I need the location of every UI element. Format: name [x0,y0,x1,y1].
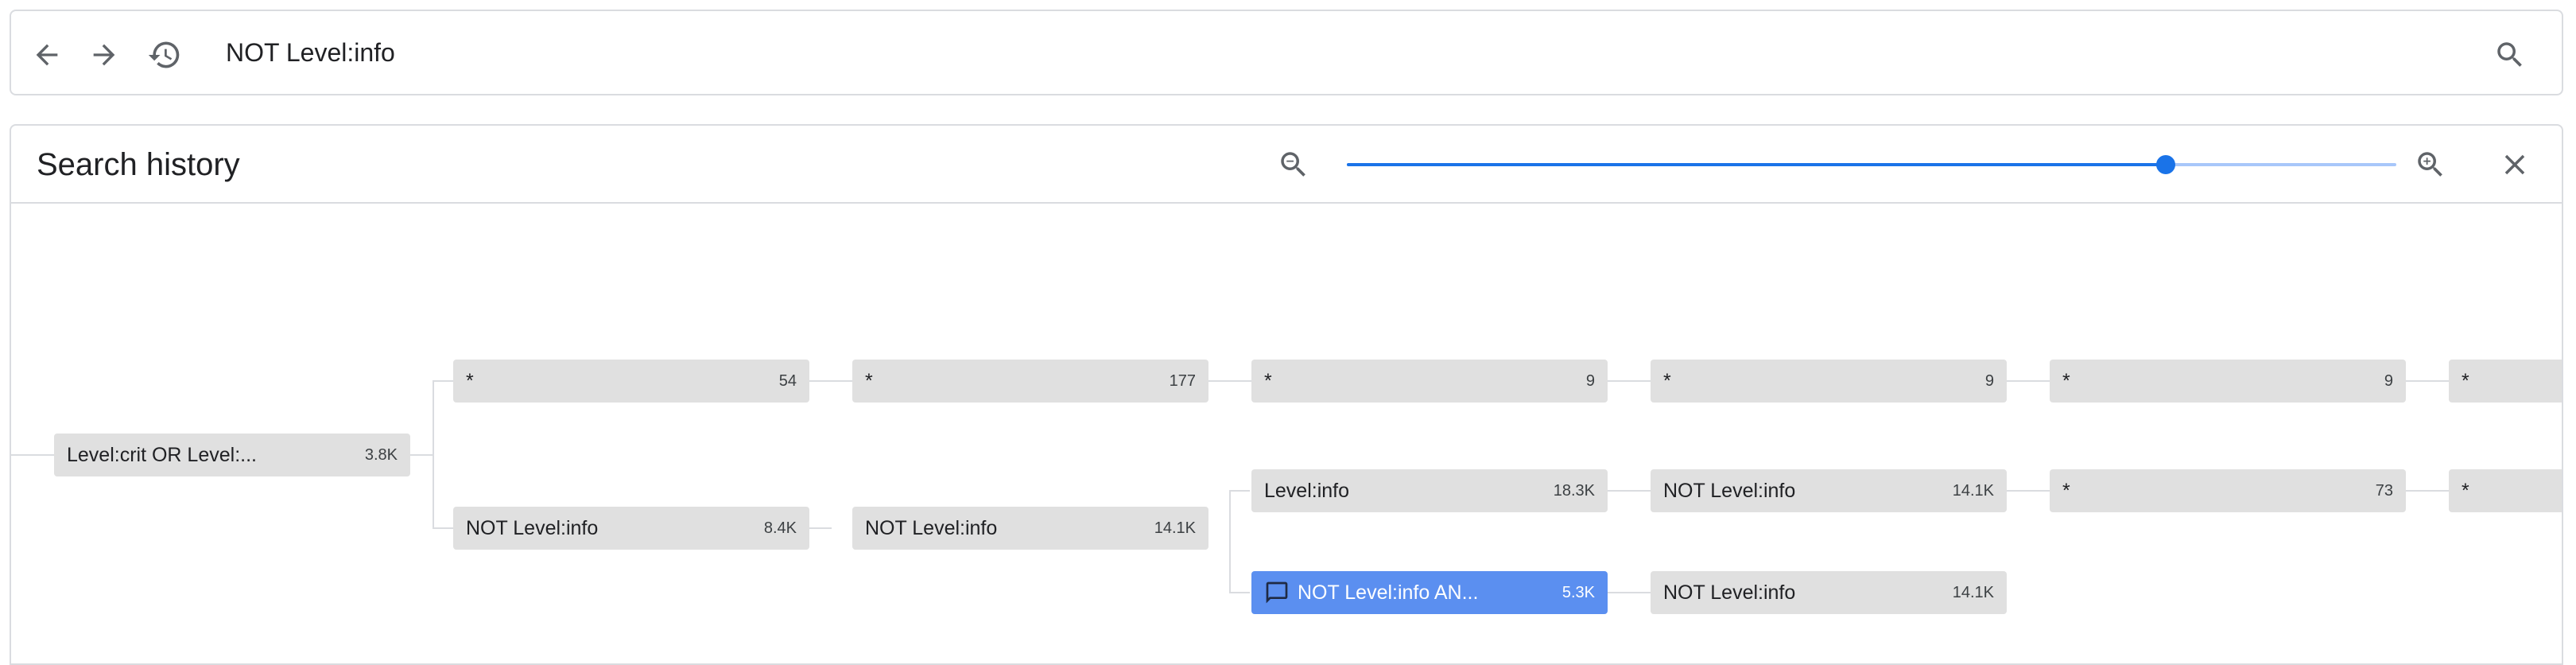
connector [1608,380,1651,382]
node-count: 54 [778,371,797,390]
node-label: NOT Level:info [865,516,998,539]
node-label: * [2462,369,2469,392]
zoom-slider-thumb[interactable] [2155,155,2175,174]
connector [809,527,832,529]
search-icon [2497,42,2522,67]
history-node[interactable]: * 73 [2050,469,2406,512]
history-node[interactable]: * 9 [2050,360,2406,402]
node-count: 14.1K [1952,481,1994,500]
search-history-tree: Level:crit OR Level:... 3.8K * 54 * 177 … [11,204,2562,663]
node-count: 9 [2384,371,2393,390]
history-node[interactable]: NOT Level:info 8.4K [453,507,809,550]
history-node[interactable]: * 9 [1651,360,2007,402]
node-label: NOT Level:info AN... [1298,581,1479,604]
connector [433,380,434,529]
panel-title: Search history [37,147,240,182]
connector [1608,592,1651,593]
search-button[interactable] [2490,35,2530,75]
zoom-in-icon [2418,152,2442,177]
node-count: 177 [1169,371,1196,390]
zoom-out-button[interactable] [1274,145,1313,185]
search-history-panel: Search history Level:crit OR Level:... 3… [10,124,2563,665]
connector [433,380,453,382]
node-label: Level:info [1264,479,1350,502]
connector [1229,592,1250,593]
connector [1208,380,1251,382]
node-label: * [2062,369,2070,392]
search-query[interactable]: NOT Level:info [226,35,395,70]
node-count: 18.3K [1553,481,1595,500]
zoom-slider-fill [1347,163,2166,166]
node-count: 9 [1585,371,1595,390]
node-count: 14.1K [1952,583,1994,601]
back-button[interactable] [27,35,67,75]
history-node[interactable]: * [2449,360,2562,402]
node-label: NOT Level:info [466,516,599,539]
close-icon [2504,154,2525,175]
node-count: 73 [2375,481,2393,500]
node-label: * [2062,479,2070,502]
connector [433,527,453,529]
connector [2007,380,2050,382]
node-label: * [865,369,873,392]
zoom-in-button[interactable] [2411,145,2450,185]
connector [1229,490,1250,492]
history-node[interactable]: NOT Level:info 14.1K [1651,469,2007,512]
panel-header: Search history [11,126,2562,204]
node-label: * [1264,369,1272,392]
connector [11,454,54,456]
arrow-back-icon [36,44,58,66]
connector [2007,490,2050,492]
history-node-root[interactable]: Level:crit OR Level:... 3.8K [54,434,410,476]
node-count: 8.4K [763,519,797,537]
history-icon [148,41,180,68]
connector [809,380,852,382]
connector [2406,490,2449,492]
node-label: NOT Level:info [1663,479,1796,502]
forward-button[interactable] [84,35,124,75]
connector [1608,490,1651,492]
history-node[interactable]: * [2449,469,2562,512]
search-bar: NOT Level:info [10,10,2563,95]
zoom-out-icon [1281,152,1305,177]
node-count: 5.3K [1562,583,1595,601]
history-node[interactable]: * 9 [1251,360,1608,402]
node-count: 9 [1984,371,1994,390]
node-label: Level:crit OR Level:... [67,443,257,466]
arrow-forward-icon [93,44,115,66]
history-node-selected[interactable]: NOT Level:info AN... 5.3K [1251,571,1608,614]
history-button[interactable] [143,33,186,76]
history-node[interactable]: * 54 [453,360,809,402]
node-count: 3.8K [364,445,398,464]
history-node[interactable]: NOT Level:info 14.1K [1651,571,2007,614]
history-node[interactable]: NOT Level:info 14.1K [852,507,1208,550]
connector [410,454,433,456]
connector [2406,380,2449,382]
history-node[interactable]: Level:info 18.3K [1251,469,1608,512]
node-label: * [466,369,474,392]
node-label: * [1663,369,1671,392]
close-button[interactable] [2495,145,2535,185]
history-node[interactable]: * 177 [852,360,1208,402]
node-label: * [2462,479,2469,502]
connector [1229,490,1231,593]
zoom-slider[interactable] [1347,155,2396,174]
comment-icon [1264,580,1290,605]
node-label: NOT Level:info [1663,581,1796,604]
node-count: 14.1K [1154,519,1196,537]
